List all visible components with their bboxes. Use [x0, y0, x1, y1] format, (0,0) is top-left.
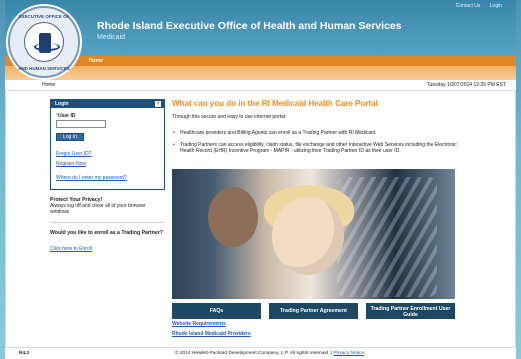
bottom-links: Website Requirements Rhode Island Medica…	[172, 321, 251, 341]
seal-inner	[24, 22, 64, 62]
footer: R4.2 © 2014 Hewlett-Packard Development …	[5, 347, 516, 359]
user-id-input[interactable]	[56, 120, 106, 128]
sidebar-divider	[50, 222, 165, 223]
feature-list: Healthcare providers and Billing Agents …	[172, 130, 467, 155]
login-title: Login	[55, 101, 69, 107]
privacy-text: Always log off and close all of your bro…	[50, 203, 146, 215]
faqs-button[interactable]: FAQs	[172, 303, 261, 319]
privacy-section: Protect Your Privacy! Always log off and…	[50, 197, 165, 215]
anchor-icon	[34, 33, 60, 53]
login-header: Login ?	[51, 100, 164, 108]
sidebar: Login ? *User ID Log In Forgot User ID? …	[50, 99, 165, 252]
nav-home[interactable]: Home	[89, 58, 103, 64]
trading-partner-agreement-button[interactable]: Trading Partner Agreement	[269, 303, 358, 319]
forgot-user-id-link[interactable]: Forgot User ID?	[56, 151, 159, 157]
website-requirements-link[interactable]: Website Requirements	[172, 321, 251, 327]
copyright-text: © 2014 Hewlett-Packard Development Compa…	[175, 351, 333, 356]
enroll-link[interactable]: Click here to Enroll	[50, 246, 165, 252]
version-label: R4.2	[19, 351, 30, 356]
site-subtitle: Medicaid	[97, 34, 126, 41]
help-icon[interactable]: ?	[155, 101, 161, 107]
state-seal-logo: EXECUTIVE OFFICE OF AND HUMAN SERVICES	[8, 6, 80, 78]
enroll-title: Would you like to enroll as a Trading Pa…	[50, 230, 163, 236]
login-body: *User ID Log In Forgot User ID? Register…	[51, 108, 164, 189]
where-password-link[interactable]: Where do I enter my password?	[56, 175, 159, 181]
feature-item-1: Healthcare providers and Billing Agents …	[172, 130, 467, 137]
top-links: Contact Us Login	[448, 3, 502, 9]
xray-film	[337, 177, 437, 297]
user-id-label-text: User ID	[57, 113, 76, 119]
site-title: Rhode Island Executive Office of Health …	[97, 20, 402, 32]
main-heading: What can you do in the RI Medicaid Healt…	[172, 99, 378, 108]
main-intro: Through this secure and easy to use inte…	[172, 114, 287, 120]
ri-medicaid-providers-link[interactable]: Rhode Island Medicaid Providers	[172, 331, 251, 337]
register-now-link[interactable]: Register Now	[56, 161, 159, 167]
user-id-label: *User ID	[56, 113, 159, 119]
login-panel: Login ? *User ID Log In Forgot User ID? …	[50, 99, 165, 190]
enroll-section: Would you like to enroll as a Trading Pa…	[50, 230, 165, 252]
main-content: What can you do in the RI Medicaid Healt…	[172, 99, 467, 160]
breadcrumb-home[interactable]: Home	[42, 82, 55, 88]
breadcrumb-bar: Home Tuesday 10/07/2014 12:35 PM EST	[5, 80, 516, 91]
copyright: © 2014 Hewlett-Packard Development Compa…	[175, 351, 364, 356]
login-button[interactable]: Log In	[56, 133, 84, 141]
sub-nav-bar	[5, 66, 516, 80]
contact-us-link[interactable]: Contact Us	[456, 3, 481, 9]
datetime: Tuesday 10/07/2014 12:35 PM EST	[426, 82, 506, 88]
doctor-figure	[208, 187, 258, 247]
feature-item-2: Trading Partners can access eligibility,…	[172, 142, 467, 155]
privacy-notice-link[interactable]: Privacy Notice	[333, 351, 364, 356]
seal-bottom-text: AND HUMAN SERVICES	[18, 66, 70, 71]
seal-top-text: EXECUTIVE OFFICE OF	[18, 14, 70, 19]
site-header: Contact Us Login Rhode Island Executive …	[5, 0, 516, 56]
main-nav: Home	[5, 56, 516, 66]
cta-buttons: FAQs Trading Partner Agreement Trading P…	[172, 303, 455, 319]
doctors-xray-photo	[172, 169, 455, 299]
top-login-link[interactable]: Login	[490, 3, 502, 9]
enrollment-guide-button[interactable]: Trading Partner Enrollment User Guide	[366, 303, 455, 319]
doctor-face	[272, 197, 344, 275]
